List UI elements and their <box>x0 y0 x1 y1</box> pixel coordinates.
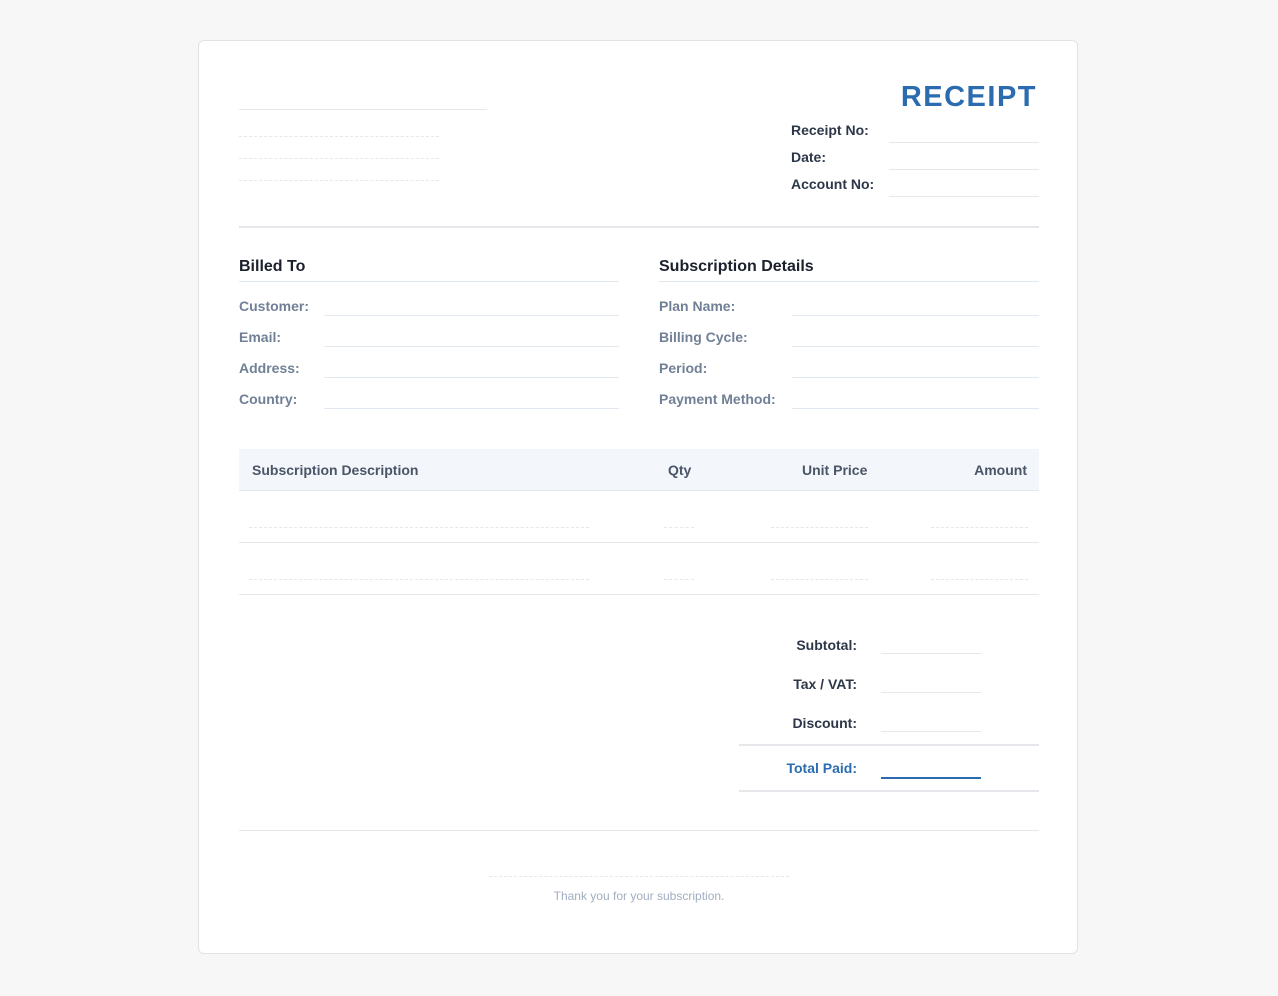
company-address-line-1 <box>239 136 439 137</box>
total-paid-label: Total Paid: <box>786 760 857 776</box>
column-header-unit-price: Unit Price <box>802 462 868 478</box>
billed-to-title: Billed To <box>239 257 619 282</box>
footer-divider <box>239 830 1039 831</box>
period-row: Period: <box>659 344 1039 378</box>
header-divider <box>239 226 1039 228</box>
address-row: Address: <box>239 344 619 378</box>
billed-to-section: Billed To Customer: Email: Address: Coun… <box>239 257 619 409</box>
date-row: Date: <box>791 148 1039 174</box>
column-header-qty: Qty <box>668 462 692 478</box>
company-name-line <box>239 109 487 110</box>
tax-value[interactable] <box>881 672 981 693</box>
totals-block: Subtotal: Tax / VAT: Discount: Total Pai… <box>739 625 1039 792</box>
tax-label: Tax / VAT: <box>793 676 857 692</box>
qty-cell[interactable] <box>664 579 694 580</box>
discount-value[interactable] <box>881 711 981 732</box>
column-header-amount: Amount <box>974 462 1027 478</box>
table-row <box>239 543 1039 595</box>
tax-row: Tax / VAT: <box>739 664 1039 703</box>
discount-label: Discount: <box>792 715 857 731</box>
subtotal-label: Subtotal: <box>796 637 857 653</box>
date-value[interactable] <box>889 148 1039 170</box>
date-label: Date: <box>791 149 827 165</box>
description-cell[interactable] <box>249 527 589 528</box>
account-no-value[interactable] <box>889 175 1039 197</box>
customer-label: Customer: <box>239 298 310 314</box>
payment-method-row: Payment Method: <box>659 375 1039 409</box>
table-header: Subscription Description Qty Unit Price … <box>239 449 1039 491</box>
subscription-details-title: Subscription Details <box>659 257 1039 282</box>
unit-price-cell[interactable] <box>771 527 868 528</box>
signature-line <box>489 876 789 877</box>
column-header-description: Subscription Description <box>252 462 419 478</box>
receipt-no-value[interactable] <box>889 121 1039 143</box>
receipt-title: RECEIPT <box>900 81 1037 113</box>
plan-name-row: Plan Name: <box>659 282 1039 316</box>
email-label: Email: <box>239 329 282 345</box>
discount-row: Discount: <box>739 703 1039 742</box>
billing-cycle-label: Billing Cycle: <box>659 329 748 345</box>
subtotal-value[interactable] <box>881 633 981 654</box>
billing-cycle-row: Billing Cycle: <box>659 313 1039 347</box>
amount-cell[interactable] <box>931 579 1028 580</box>
payment-method-label: Payment Method: <box>659 391 776 407</box>
plan-name-label: Plan Name: <box>659 298 736 314</box>
period-label: Period: <box>659 360 708 376</box>
email-row: Email: <box>239 313 619 347</box>
account-no-label: Account No: <box>791 176 875 192</box>
country-row: Country: <box>239 375 619 409</box>
amount-cell[interactable] <box>931 527 1028 528</box>
thank-you-note: Thank you for your subscription. <box>553 889 725 903</box>
company-address-line-3 <box>239 180 439 181</box>
country-value[interactable] <box>324 385 619 409</box>
customer-row: Customer: <box>239 282 619 316</box>
table-row <box>239 491 1039 543</box>
description-cell[interactable] <box>249 579 589 580</box>
subscription-details-section: Subscription Details Plan Name: Billing … <box>659 257 1039 409</box>
total-paid-value[interactable] <box>881 758 981 779</box>
payment-method-value[interactable] <box>792 385 1039 409</box>
company-address-line-2 <box>239 158 439 159</box>
address-label: Address: <box>239 360 300 376</box>
total-paid-row: Total Paid: <box>739 744 1039 792</box>
receipt-no-row: Receipt No: <box>791 121 1039 147</box>
country-label: Country: <box>239 391 298 407</box>
account-no-row: Account No: <box>791 175 1039 201</box>
qty-cell[interactable] <box>664 527 694 528</box>
subtotal-row: Subtotal: <box>739 625 1039 664</box>
receipt-document: RECEIPT Receipt No: Date: Account No: Bi… <box>198 40 1078 954</box>
receipt-no-label: Receipt No: <box>791 122 869 138</box>
items-table: Subscription Description Qty Unit Price … <box>239 449 1039 595</box>
unit-price-cell[interactable] <box>771 579 868 580</box>
